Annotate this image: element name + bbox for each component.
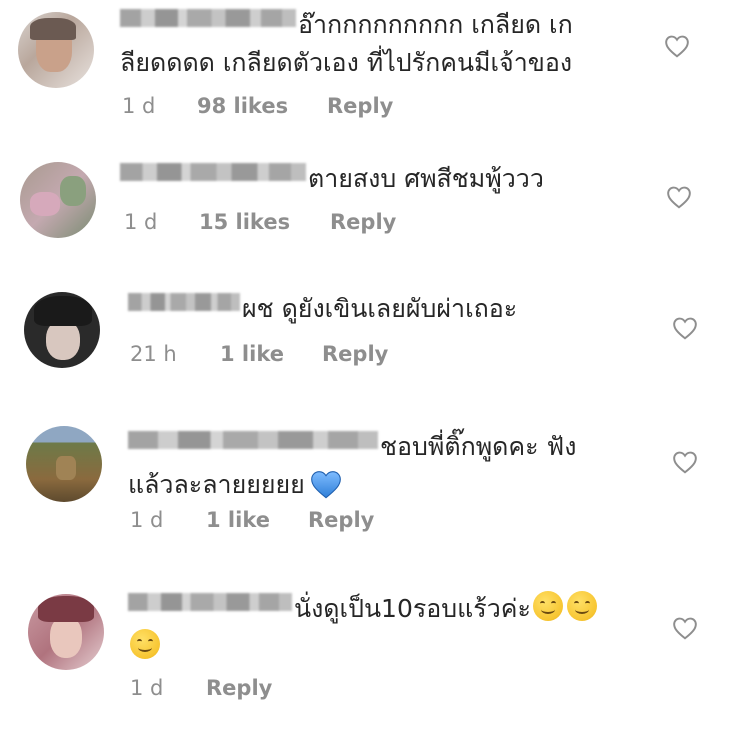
- timestamp: 21 h: [130, 342, 177, 366]
- heart-icon[interactable]: [672, 450, 698, 474]
- comment-text: ผช ดูยังเขินเลยผับผ่าเถอะ: [128, 290, 648, 328]
- comment-text: ชอบพี่ติ๊กพูดคะ ฟัง แล้วละลายยยยย: [128, 428, 648, 504]
- likes-count[interactable]: 98 likes: [197, 94, 288, 118]
- avatar[interactable]: [18, 12, 94, 88]
- username[interactable]: [120, 9, 296, 27]
- comment-text-line1: อ๊ากกกกกกกกก เกลียด เก: [298, 10, 573, 39]
- comment-text: นั่งดูเป็น10รอบแร้วค่ะ: [128, 590, 648, 666]
- timestamp: 1 d: [124, 210, 158, 234]
- comment-item: ตายสงบ ศพสีชมพู้ววว 1 d 15 likes Reply: [0, 140, 750, 250]
- comment-text-line1: ชอบพี่ติ๊กพูดคะ ฟัง: [380, 432, 577, 461]
- username[interactable]: [120, 163, 306, 181]
- timestamp: 1 d: [122, 94, 156, 118]
- username[interactable]: [128, 593, 292, 611]
- reply-button[interactable]: Reply: [308, 508, 374, 532]
- comment-item: นั่งดูเป็น10รอบแร้วค่ะ 1 d Reply: [0, 578, 750, 728]
- likes-count[interactable]: 1 like: [206, 508, 270, 532]
- username[interactable]: [128, 293, 240, 311]
- heart-icon[interactable]: [666, 185, 692, 209]
- comment-text-line1: ตายสงบ ศพสีชมพู้ววว: [308, 164, 544, 193]
- comment-text-line2: ลียดดดด เกลียดตัวเอง ที่ไปรักคนมีเจ้าของ: [120, 48, 573, 77]
- comment-item: ชอบพี่ติ๊กพูดคะ ฟัง แล้วละลายยยยย 1 d 1 …: [0, 410, 750, 560]
- timestamp: 1 d: [130, 676, 164, 700]
- comment-text: ตายสงบ ศพสีชมพู้ววว: [120, 160, 640, 198]
- comment-text: อ๊ากกกกกกกกก เกลียด เก ลียดดดด เกลียดตัว…: [120, 6, 640, 82]
- smiling-face-emoji: [532, 591, 563, 621]
- avatar[interactable]: [28, 594, 104, 670]
- reply-button[interactable]: Reply: [322, 342, 388, 366]
- comment-text-line1: ผช ดูยังเขินเลยผับผ่าเถอะ: [242, 294, 518, 323]
- username[interactable]: [128, 431, 378, 449]
- avatar[interactable]: [26, 426, 102, 502]
- reply-button[interactable]: Reply: [327, 94, 393, 118]
- comment-text-line1: นั่งดูเป็น10รอบแร้วค่ะ: [294, 594, 531, 623]
- smiling-face-emoji: [566, 591, 597, 621]
- heart-icon[interactable]: [672, 316, 698, 340]
- likes-count[interactable]: 1 like: [220, 342, 284, 366]
- comment-item: อ๊ากกกกกกกกก เกลียด เก ลียดดดด เกลียดตัว…: [0, 0, 750, 130]
- avatar[interactable]: [20, 162, 96, 238]
- heart-icon[interactable]: [672, 616, 698, 640]
- smiling-face-emoji: [130, 629, 160, 659]
- reply-button[interactable]: Reply: [206, 676, 272, 700]
- comment-item: ผช ดูยังเขินเลยผับผ่าเถอะ 21 h 1 like Re…: [0, 270, 750, 390]
- reply-button[interactable]: Reply: [330, 210, 396, 234]
- heart-icon[interactable]: [664, 34, 690, 58]
- comment-text-line2: แล้วละลายยยยย: [128, 470, 305, 499]
- timestamp: 1 d: [130, 508, 164, 532]
- avatar[interactable]: [24, 292, 100, 368]
- blue-heart-emoji: [310, 471, 341, 499]
- likes-count[interactable]: 15 likes: [199, 210, 290, 234]
